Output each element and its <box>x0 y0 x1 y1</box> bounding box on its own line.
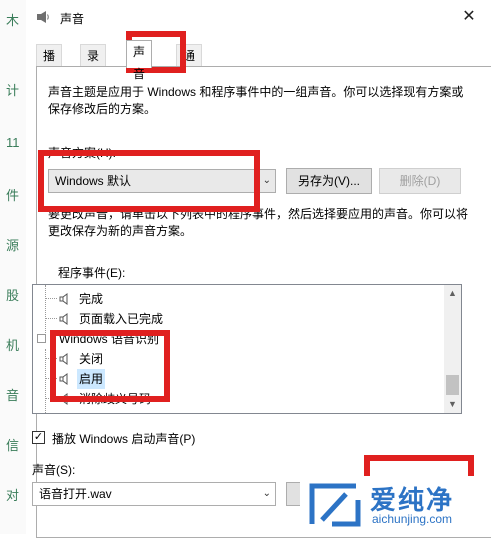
strip-char: 件 <box>6 188 20 203</box>
list-group[interactable]: Windows 语音识别 <box>33 329 433 349</box>
startup-sound-checkbox[interactable]: ✓ <box>32 431 45 444</box>
list-item[interactable]: 关闭 <box>33 349 433 369</box>
strip-char: 计 <box>6 83 20 98</box>
description-text: 声音主题是应用于 Windows 和程序事件中的一组声音。你可以选择现有方案或保… <box>48 85 464 116</box>
collapse-icon[interactable] <box>37 334 46 343</box>
speaker-icon <box>59 373 68 385</box>
strip-char: 11 <box>6 135 20 150</box>
startup-sound-label: 播放 Windows 启动声音(P) <box>52 432 196 446</box>
sounds-label: 声音(S): <box>32 463 76 477</box>
program-events-list[interactable]: 完成 页面载入已完成 Windows 语音识别 关闭 启用 消除歧义号码 ▲ ▼ <box>32 284 462 414</box>
chevron-down-icon: ⌄ <box>262 175 271 186</box>
delete-button[interactable]: 删除(D) <box>379 168 461 194</box>
speaker-app-icon <box>37 11 49 23</box>
group-label: Windows 语音识别 <box>59 332 160 346</box>
window-title: 声音 <box>60 12 85 26</box>
scroll-thumb[interactable] <box>446 375 459 395</box>
title-bar: 声音 ✕ <box>26 0 491 34</box>
tab-playback[interactable]: 播放 <box>36 44 63 85</box>
tree-connector <box>45 298 57 299</box>
brand-logo-icon <box>309 483 361 527</box>
strip-char: 对 <box>6 488 20 503</box>
watermark-url: aichunjing.com <box>372 512 453 526</box>
sound-dialog: 声音 ✕ 播放 录制 声音 通信 声音主题是应用于 Windows 和程序事件中… <box>26 0 491 538</box>
strip-char: 信 <box>6 438 20 453</box>
save-as-button[interactable]: 另存为(V)... <box>286 168 372 194</box>
tree-connector <box>45 318 57 319</box>
list-item-label: 消除歧义号码 <box>79 392 152 406</box>
instructions-text: 要更改声音，请单击以下列表中的程序事件，然后选择要应用的声音。你可以将更改保存为… <box>48 207 469 238</box>
sound-file-select[interactable]: 语音打开.wav ⌄ <box>32 482 276 506</box>
strip-char: 源 <box>6 238 20 253</box>
tree-connector <box>45 398 57 399</box>
list-item[interactable]: 完成 <box>33 289 433 309</box>
strip-char: 机 <box>6 338 20 353</box>
scroll-up-icon[interactable]: ▲ <box>444 285 461 302</box>
tab-sounds[interactable]: 声音 <box>126 40 153 81</box>
list-item-label: 完成 <box>79 292 104 306</box>
events-label: 程序事件(E): <box>58 266 126 280</box>
sound-file-value: 语音打开.wav <box>39 487 112 501</box>
list-item-label: 关闭 <box>79 352 104 366</box>
vertical-scrollbar[interactable]: ▲ ▼ <box>444 285 461 413</box>
list-item-selected[interactable]: 启用 <box>33 369 433 389</box>
list-item-label: 启用 <box>77 369 106 389</box>
strip-char: 木 <box>6 13 20 28</box>
list-item-label: 页面载入已完成 <box>79 312 164 326</box>
close-button[interactable]: ✕ <box>457 6 481 28</box>
chevron-down-icon: ⌄ <box>262 488 271 499</box>
speaker-icon <box>59 313 68 325</box>
speaker-icon <box>59 353 68 365</box>
list-item[interactable]: 消除歧义号码 <box>33 389 433 409</box>
speaker-icon <box>59 393 68 405</box>
tab-recording[interactable]: 录制 <box>80 44 107 85</box>
watermark: 爱纯净 aichunjing.com <box>300 476 491 534</box>
list-item[interactable]: 页面载入已完成 <box>33 309 433 329</box>
tree-connector <box>45 358 57 359</box>
tree-connector <box>45 378 57 379</box>
tab-communications[interactable]: 通信 <box>176 44 203 85</box>
scroll-down-icon[interactable]: ▼ <box>444 396 461 413</box>
speaker-icon <box>59 293 68 305</box>
strip-char: 音 <box>6 388 20 403</box>
scheme-select[interactable]: Windows 默认 ⌄ <box>48 169 276 193</box>
background-window-strip: 木 计 11 件 源 股 机 音 信 对 <box>0 0 26 534</box>
scheme-label: 声音方案(H): <box>48 146 116 160</box>
strip-char: 股 <box>6 288 20 303</box>
scheme-value: Windows 默认 <box>55 174 132 188</box>
